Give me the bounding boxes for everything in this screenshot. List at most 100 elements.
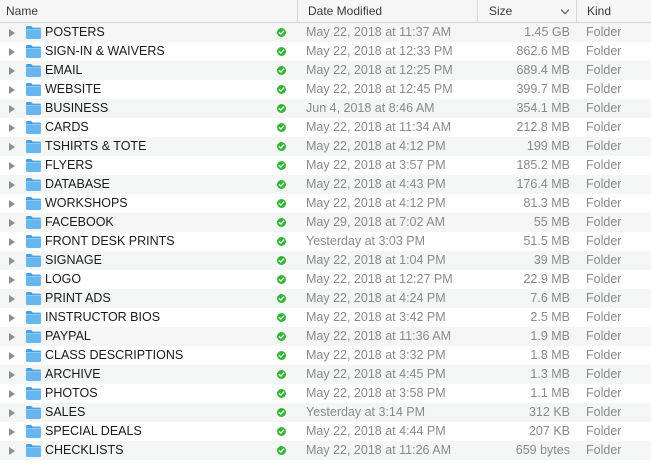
- disclosure-triangle-icon[interactable]: [8, 199, 16, 209]
- sync-status-check-icon: [277, 332, 286, 341]
- file-name: WORKSHOPS: [45, 196, 128, 210]
- date-modified: May 22, 2018 at 12:27 PM: [306, 272, 453, 286]
- folder-icon: [26, 292, 41, 305]
- folder-icon: [26, 444, 41, 457]
- disclosure-triangle-icon[interactable]: [8, 161, 16, 171]
- disclosure-triangle-icon[interactable]: [8, 275, 16, 285]
- folder-icon: [26, 425, 41, 438]
- file-row[interactable]: EMAIL May 22, 2018 at 12:25 PM 689.4 MB …: [0, 61, 651, 80]
- disclosure-triangle-icon[interactable]: [8, 313, 16, 323]
- date-modified: May 22, 2018 at 4:45 PM: [306, 367, 446, 381]
- file-row[interactable]: ARCHIVE May 22, 2018 at 4:45 PM 1.3 MB F…: [0, 365, 651, 384]
- file-kind: Folder: [586, 291, 622, 305]
- folder-icon: [26, 45, 41, 58]
- file-row[interactable]: BUSINESS Jun 4, 2018 at 8:46 AM 354.1 MB…: [0, 99, 651, 118]
- disclosure-triangle-icon[interactable]: [8, 123, 16, 133]
- disclosure-triangle-icon[interactable]: [8, 427, 16, 437]
- disclosure-triangle-icon[interactable]: [8, 408, 16, 418]
- disclosure-triangle-icon[interactable]: [8, 47, 16, 57]
- date-modified: May 22, 2018 at 3:32 PM: [306, 348, 446, 362]
- sync-status-check-icon: [277, 199, 286, 208]
- file-kind: Folder: [586, 63, 622, 77]
- finder-list-view: Name Date Modified Size Kind POSTERS May…: [0, 0, 651, 475]
- file-kind: Folder: [586, 158, 622, 172]
- file-row[interactable]: DATABASE May 22, 2018 at 4:43 PM 176.4 M…: [0, 175, 651, 194]
- chevron-down-icon[interactable]: [560, 7, 570, 17]
- file-size: 7.6 MB: [530, 291, 570, 305]
- file-row[interactable]: WEBSITE May 22, 2018 at 12:45 PM 399.7 M…: [0, 80, 651, 99]
- file-size: 1.3 MB: [530, 367, 570, 381]
- disclosure-triangle-icon[interactable]: [8, 370, 16, 380]
- file-name: FRONT DESK PRINTS: [45, 234, 175, 248]
- file-row[interactable]: LOGO May 22, 2018 at 12:27 PM 22.9 MB Fo…: [0, 270, 651, 289]
- file-row[interactable]: CHECKLISTS May 22, 2018 at 11:26 AM 659 …: [0, 441, 651, 460]
- date-modified: May 22, 2018 at 4:43 PM: [306, 177, 446, 191]
- file-row[interactable]: PHOTOS May 22, 2018 at 3:58 PM 1.1 MB Fo…: [0, 384, 651, 403]
- file-name: EMAIL: [45, 63, 83, 77]
- file-row[interactable]: SPECIAL DEALS May 22, 2018 at 4:44 PM 20…: [0, 422, 651, 441]
- file-row[interactable]: FRONT DESK PRINTS Yesterday at 3:03 PM 5…: [0, 232, 651, 251]
- disclosure-triangle-icon[interactable]: [8, 256, 16, 266]
- file-row[interactable]: SALES Yesterday at 3:14 PM 312 KB Folder: [0, 403, 651, 422]
- file-name: WEBSITE: [45, 82, 102, 96]
- date-modified: May 22, 2018 at 3:58 PM: [306, 386, 446, 400]
- disclosure-triangle-icon[interactable]: [8, 351, 16, 361]
- file-name: CLASS DESCRIPTIONS: [45, 348, 184, 362]
- date-modified: May 22, 2018 at 4:12 PM: [306, 139, 446, 153]
- file-row[interactable]: WORKSHOPS May 22, 2018 at 4:12 PM 81.3 M…: [0, 194, 651, 213]
- date-modified: May 22, 2018 at 1:04 PM: [306, 253, 446, 267]
- file-kind: Folder: [586, 101, 622, 115]
- folder-icon: [26, 83, 41, 96]
- disclosure-triangle-icon[interactable]: [8, 446, 16, 456]
- sync-status-check-icon: [277, 256, 286, 265]
- disclosure-triangle-icon[interactable]: [8, 104, 16, 114]
- sync-status-check-icon: [277, 446, 286, 455]
- date-modified: May 22, 2018 at 4:12 PM: [306, 196, 446, 210]
- file-size: 199 MB: [526, 139, 570, 153]
- disclosure-triangle-icon[interactable]: [8, 332, 16, 342]
- file-name: DATABASE: [45, 177, 110, 191]
- file-size: 1.45 GB: [524, 25, 570, 39]
- file-row[interactable]: SIGNAGE May 22, 2018 at 1:04 PM 39 MB Fo…: [0, 251, 651, 270]
- file-size: 81.3 MB: [523, 196, 570, 210]
- sync-status-check-icon: [277, 313, 286, 322]
- disclosure-triangle-icon[interactable]: [8, 66, 16, 76]
- disclosure-triangle-icon[interactable]: [8, 28, 16, 38]
- column-header-date-modified[interactable]: Date Modified: [297, 0, 477, 22]
- disclosure-triangle-icon[interactable]: [8, 142, 16, 152]
- file-row[interactable]: TSHIRTS & TOTE May 22, 2018 at 4:12 PM 1…: [0, 137, 651, 156]
- sync-status-check-icon: [277, 47, 286, 56]
- sync-status-check-icon: [277, 370, 286, 379]
- file-kind: Folder: [586, 310, 622, 324]
- file-row[interactable]: FACEBOOK May 29, 2018 at 7:02 AM 55 MB F…: [0, 213, 651, 232]
- disclosure-triangle-icon[interactable]: [8, 294, 16, 304]
- column-header-size[interactable]: Size: [477, 0, 576, 22]
- date-modified: Yesterday at 3:03 PM: [306, 234, 426, 248]
- folder-icon: [26, 102, 41, 115]
- file-row[interactable]: INSTRUCTOR BIOS May 22, 2018 at 3:42 PM …: [0, 308, 651, 327]
- file-name: SIGNAGE: [45, 253, 102, 267]
- date-modified: May 22, 2018 at 12:45 PM: [306, 82, 453, 96]
- file-kind: Folder: [586, 253, 622, 267]
- date-modified: May 22, 2018 at 11:36 AM: [306, 329, 452, 343]
- file-row[interactable]: CLASS DESCRIPTIONS May 22, 2018 at 3:32 …: [0, 346, 651, 365]
- disclosure-triangle-icon[interactable]: [8, 218, 16, 228]
- disclosure-triangle-icon[interactable]: [8, 180, 16, 190]
- date-modified: May 22, 2018 at 4:24 PM: [306, 291, 446, 305]
- column-header-name[interactable]: Name: [0, 0, 297, 22]
- file-row[interactable]: FLYERS May 22, 2018 at 3:57 PM 185.2 MB …: [0, 156, 651, 175]
- file-row[interactable]: SIGN-IN & WAIVERS May 22, 2018 at 12:33 …: [0, 42, 651, 61]
- file-row[interactable]: PRINT ADS May 22, 2018 at 4:24 PM 7.6 MB…: [0, 289, 651, 308]
- folder-icon: [26, 330, 41, 343]
- file-kind: Folder: [586, 424, 622, 438]
- file-row[interactable]: PAYPAL May 22, 2018 at 11:36 AM 1.9 MB F…: [0, 327, 651, 346]
- column-header-kind[interactable]: Kind: [576, 0, 651, 22]
- file-row[interactable]: POSTERS May 22, 2018 at 11:37 AM 1.45 GB…: [0, 23, 651, 42]
- disclosure-triangle-icon[interactable]: [8, 389, 16, 399]
- file-name: BUSINESS: [45, 101, 109, 115]
- file-size: 312 KB: [528, 405, 570, 419]
- file-name: PRINT ADS: [45, 291, 111, 305]
- file-row[interactable]: CARDS May 22, 2018 at 11:34 AM 212.8 MB …: [0, 118, 651, 137]
- disclosure-triangle-icon[interactable]: [8, 85, 16, 95]
- disclosure-triangle-icon[interactable]: [8, 237, 16, 247]
